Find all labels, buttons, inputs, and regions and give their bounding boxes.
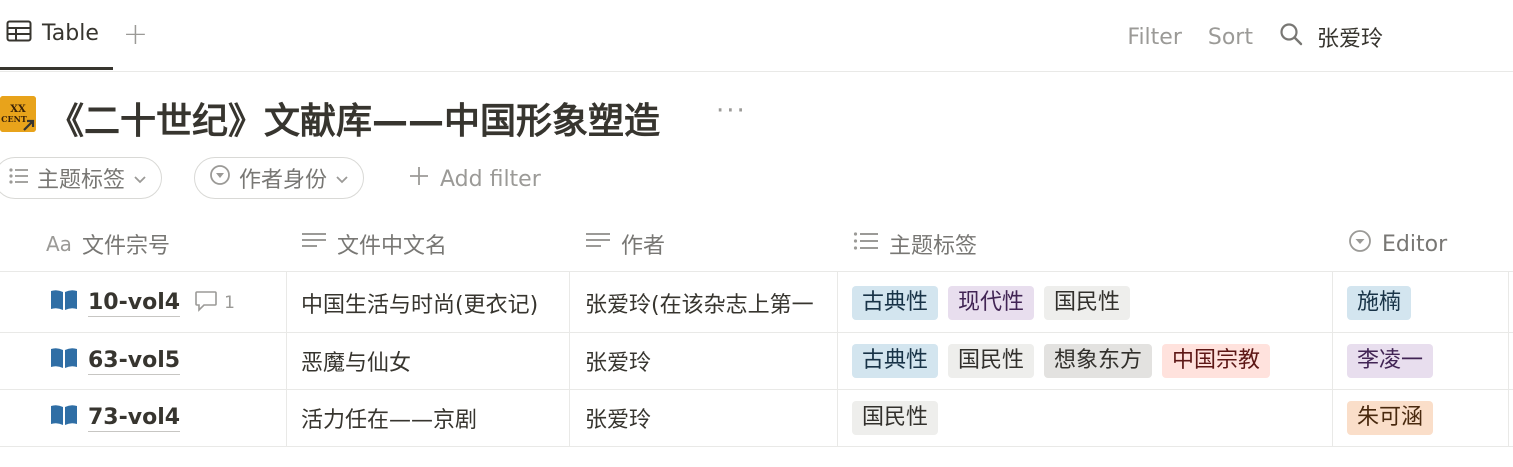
cn-name-cell[interactable]: 活力任在——京剧 xyxy=(301,390,569,446)
view-tabs: Table + xyxy=(0,0,148,70)
editor-tag: 李凌一 xyxy=(1347,344,1434,378)
tag: 古典性 xyxy=(852,344,939,378)
editor-tag: 施楠 xyxy=(1347,286,1412,320)
column-header-editor[interactable]: Editor xyxy=(1348,218,1447,270)
row-title-cell[interactable]: 10-vol4 1 xyxy=(50,275,284,331)
column-header-cn-name[interactable]: 文件中文名 xyxy=(301,218,447,270)
editor-cell[interactable]: 朱可涵 xyxy=(1347,390,1507,446)
editor-cell[interactable]: 李凌一 xyxy=(1347,333,1507,389)
title-property-icon: Aa xyxy=(46,232,72,256)
doc-id[interactable]: 63-vol5 xyxy=(88,348,181,375)
list-icon xyxy=(9,166,29,191)
editor-cell[interactable]: 施楠 xyxy=(1347,275,1507,331)
author-cell[interactable]: 张爱玲 xyxy=(585,390,836,446)
tags-cell[interactable]: 古典性 国民性 想象东方 中国宗教 xyxy=(852,333,1332,389)
doc-id[interactable]: 10-vol4 xyxy=(88,290,181,317)
table-row[interactable]: 73-vol4 活力任在——京剧 张爱玲 国民性 朱可涵 xyxy=(0,390,1513,446)
select-icon xyxy=(1348,229,1372,259)
plus-icon xyxy=(408,165,430,193)
table-row[interactable]: 10-vol4 1 中国生活与时尚(更衣记) 张爱玲(在该杂志上第一 古典性 现… xyxy=(0,275,1513,331)
row-title-cell[interactable]: 63-vol5 xyxy=(50,333,284,389)
row-divider xyxy=(0,446,1513,447)
tag: 想象东方 xyxy=(1044,344,1153,378)
page-logo-icon: XX CENT xyxy=(0,96,36,132)
book-icon xyxy=(50,404,78,432)
column-header-doc-id[interactable]: Aa 文件宗号 xyxy=(46,218,170,270)
book-icon xyxy=(50,347,78,375)
select-icon xyxy=(209,164,231,192)
filter-pill-label: 主题标签 xyxy=(37,168,126,193)
author-cell[interactable]: 张爱玲 xyxy=(585,333,836,389)
divider xyxy=(0,71,1513,72)
page-title: 《二十世纪》文献库——中国形象塑造 xyxy=(48,101,661,142)
chevron-down-icon xyxy=(335,166,349,191)
sort-button[interactable]: Sort xyxy=(1208,25,1253,50)
column-header-author[interactable]: 作者 xyxy=(585,218,665,270)
tag: 国民性 xyxy=(948,344,1035,378)
tags-cell[interactable]: 古典性 现代性 国民性 xyxy=(852,275,1332,331)
tab-table-label: Table xyxy=(42,21,99,46)
editor-tag: 朱可涵 xyxy=(1347,401,1434,435)
tag: 中国宗教 xyxy=(1162,344,1271,378)
tag: 国民性 xyxy=(852,401,939,435)
toolbar: Filter Sort 张爱玲 xyxy=(1127,18,1383,56)
add-view-button[interactable]: + xyxy=(123,20,148,50)
column-header-label: 主题标签 xyxy=(889,234,978,259)
table-row[interactable]: 63-vol5 恶魔与仙女 张爱玲 古典性 国民性 想象东方 中国宗教 李凌一 xyxy=(0,333,1513,389)
svg-text:CENT: CENT xyxy=(1,114,27,124)
comment-icon xyxy=(194,290,218,317)
add-filter-button[interactable]: Add filter xyxy=(408,160,541,198)
author-cell[interactable]: 张爱玲(在该杂志上第一 xyxy=(585,275,836,331)
more-options-button[interactable]: ··· xyxy=(716,96,747,126)
filter-pill-label: 作者身份 xyxy=(239,168,328,193)
text-icon xyxy=(301,231,327,257)
filter-pill-topic-tags[interactable]: 主题标签 xyxy=(0,157,163,199)
add-filter-label: Add filter xyxy=(440,166,541,192)
comment-count: 1 xyxy=(224,293,235,313)
tag: 古典性 xyxy=(852,286,939,320)
book-icon xyxy=(50,289,78,317)
tab-table[interactable]: Table xyxy=(0,0,113,70)
chevron-down-icon xyxy=(133,166,147,191)
table-icon xyxy=(6,20,32,48)
column-header-label: 文件宗号 xyxy=(81,234,170,259)
doc-id[interactable]: 73-vol4 xyxy=(88,405,181,432)
list-icon xyxy=(853,231,879,257)
cn-name-cell[interactable]: 中国生活与时尚(更衣记) xyxy=(301,275,569,331)
search-input[interactable]: 张爱玲 xyxy=(1317,21,1383,53)
column-header-label: Editor xyxy=(1382,231,1448,257)
text-icon xyxy=(585,231,611,257)
tags-cell[interactable]: 国民性 xyxy=(852,390,1332,446)
tag: 现代性 xyxy=(948,286,1035,320)
filter-button[interactable]: Filter xyxy=(1127,25,1181,50)
column-header-label: 文件中文名 xyxy=(337,234,448,259)
tag: 国民性 xyxy=(1044,286,1131,320)
column-header-topic-tags[interactable]: 主题标签 xyxy=(853,218,977,270)
row-title-cell[interactable]: 73-vol4 xyxy=(50,390,284,446)
search-icon[interactable] xyxy=(1279,22,1303,52)
cn-name-cell[interactable]: 恶魔与仙女 xyxy=(301,333,569,389)
filter-pill-author-identity[interactable]: 作者身份 xyxy=(194,157,365,199)
column-header-label: 作者 xyxy=(621,234,666,259)
comment-indicator[interactable]: 1 xyxy=(194,290,235,317)
row-divider xyxy=(0,271,1513,272)
